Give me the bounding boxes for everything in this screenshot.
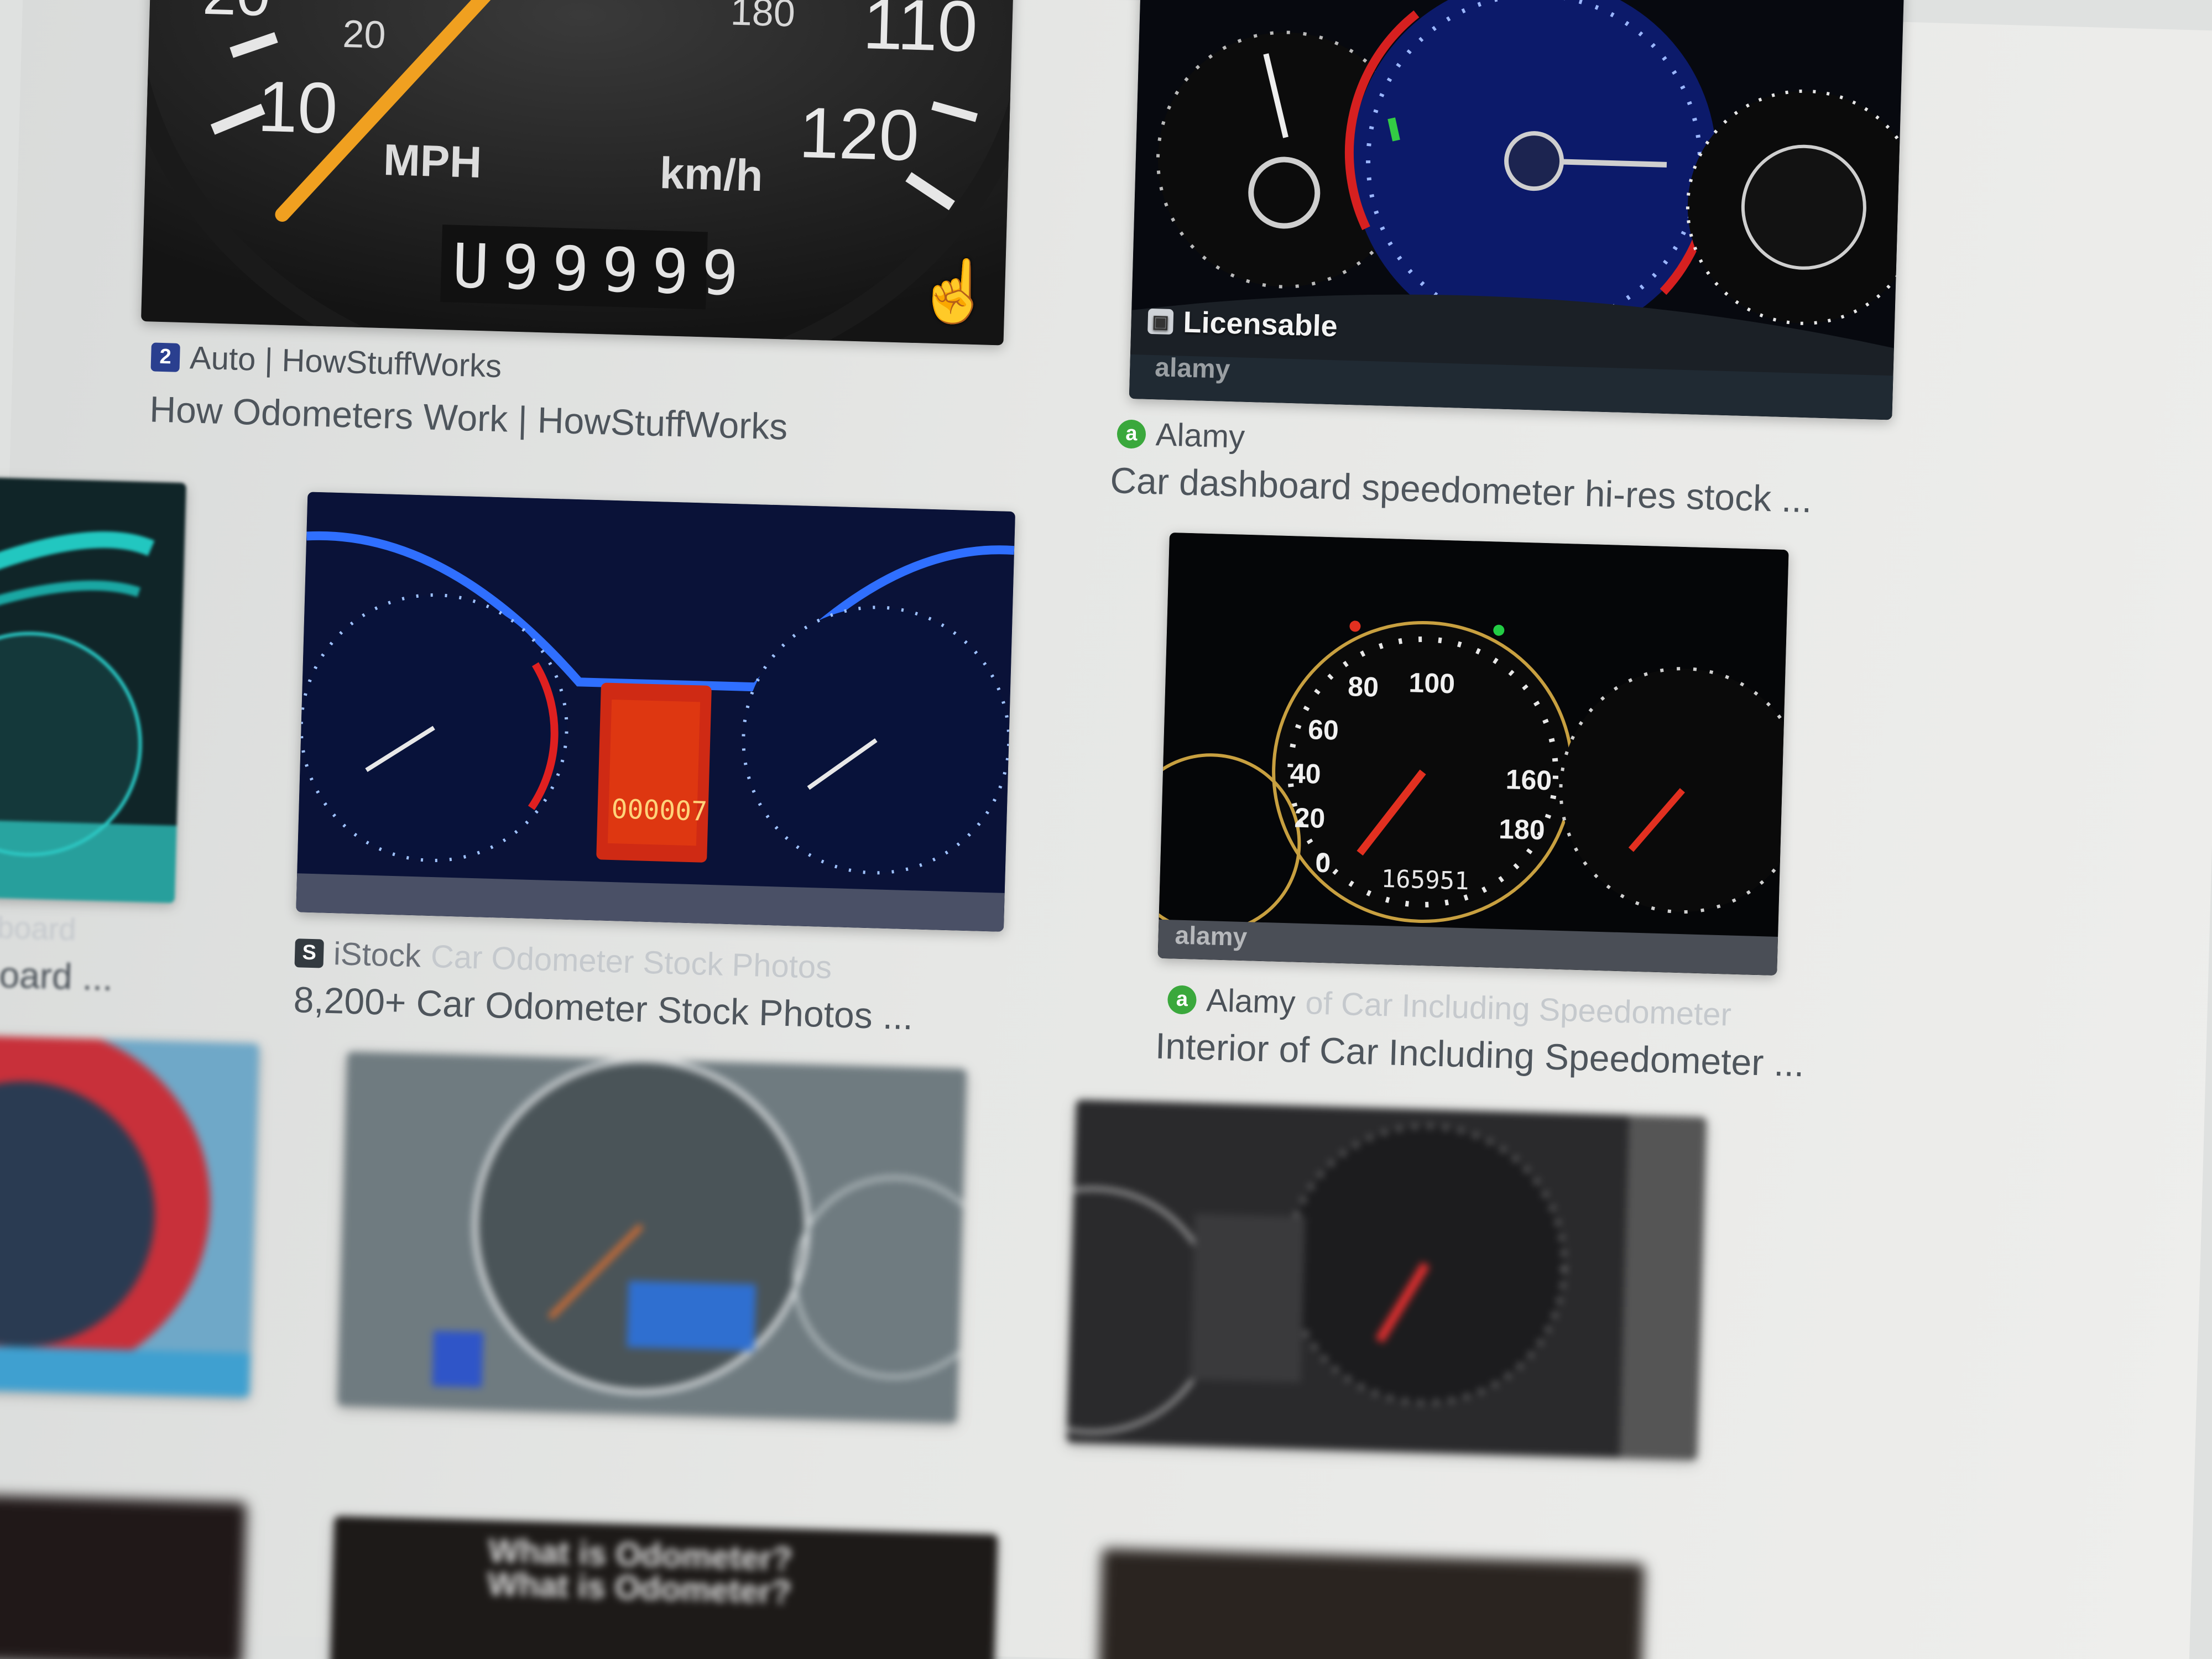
- odometer-display: 000007: [611, 794, 708, 827]
- result-title[interactable]: Interior of Car Including Speedometer ..…: [1155, 1025, 1805, 1085]
- result-source[interactable]: S iStock Car Odometer Stock Photos: [294, 934, 832, 986]
- odometer-digits: U99999: [451, 230, 753, 310]
- result-card-bottom-left[interactable]: [0, 1494, 257, 1659]
- mph-label: MPH: [383, 135, 483, 187]
- result-title[interactable]: Car dashboard speedometer hi-res stock .…: [1110, 459, 1813, 520]
- dark-speedometer-photo: [1067, 1099, 1707, 1460]
- result-thumbnail[interactable]: [0, 1494, 247, 1659]
- banner-text-echo: What is Odometer?: [487, 1565, 792, 1611]
- instrument-cluster-photo: [296, 492, 1015, 932]
- result-source[interactable]: a Alamy of Car Including Speedometer: [1167, 980, 1732, 1033]
- photo-of-monitor: 20 10 20 180 110 120 MPH km/h U99999 ☝ 2…: [0, 0, 2212, 1659]
- licensable-badge[interactable]: ▣ Licensable: [1147, 304, 1338, 344]
- licensable-label: Licensable: [1182, 305, 1338, 343]
- result-title-ghost: board: [0, 910, 77, 947]
- result-title[interactable]: How Odometers Work | HowStuffWorks: [149, 388, 789, 447]
- source-name: Auto | HowStuffWorks: [189, 340, 503, 385]
- hand-pointer-icon: ☝: [915, 256, 993, 326]
- source-name: Alamy: [1155, 416, 1245, 455]
- result-title-ghost: Car Odometer Stock Photos: [430, 938, 833, 986]
- result-card-dark-speedometer[interactable]: [1063, 1099, 1740, 1594]
- speed-tick: 0: [1314, 847, 1332, 879]
- alamy-logo-icon: a: [1167, 984, 1197, 1015]
- speed-tick: 80: [1347, 671, 1379, 703]
- kmh-tick-180: 180: [729, 0, 796, 35]
- teal-dashboard-photo: [0, 477, 186, 904]
- istock-logo-icon: S: [294, 938, 324, 968]
- image-icon: ▣: [1147, 308, 1174, 335]
- result-card-bottom-right[interactable]: [1098, 1548, 1655, 1659]
- result-source[interactable]: a Alamy: [1117, 415, 1245, 455]
- watermark: alamy: [1154, 353, 1231, 384]
- result-title-ghost: of Car Including Speedometer: [1305, 985, 1732, 1033]
- kmh-tick-20: 20: [342, 12, 387, 57]
- result-card-alamy-interior[interactable]: 80 100 60 40 20 0 160 180 165951 alamy a…: [1121, 531, 1855, 1099]
- result-title[interactable]: 8,200+ Car Odometer Stock Photos ...: [293, 978, 914, 1037]
- result-thumbnail[interactable]: 000007: [296, 492, 1015, 932]
- image-search-results-page: 20 10 20 180 110 120 MPH km/h U99999 ☝ 2…: [0, 0, 2212, 1659]
- result-thumbnail[interactable]: ▣ Licensable alamy: [1129, 0, 1905, 420]
- mph-tick-110: 110: [862, 0, 979, 67]
- result-thumbnail[interactable]: [1098, 1548, 1645, 1659]
- source-name: Alamy: [1206, 982, 1296, 1021]
- mph-tick-20: 20: [202, 0, 272, 30]
- result-card-silver-speedometer[interactable]: [334, 1051, 1011, 1546]
- result-card-what-is-odometer[interactable]: What is Odometer? What is Odometer?: [330, 1516, 1020, 1659]
- result-card-istock[interactable]: 000007 S iStock Car Odometer Stock Photo…: [293, 492, 1060, 1055]
- result-title[interactable]: board ...: [0, 953, 113, 999]
- result-thumbnail[interactable]: 80 100 60 40 20 0 160 180 165951 alamy: [1157, 533, 1789, 975]
- speedometer-night-photo: [1157, 533, 1789, 975]
- alamy-logo-icon: a: [1117, 419, 1146, 449]
- silver-speedometer-photo: [337, 1051, 967, 1423]
- result-thumbnail[interactable]: [337, 1051, 967, 1423]
- odometer-readout: 165951: [1380, 864, 1470, 896]
- result-card-alamy-dashboard[interactable]: ▣ Licensable alamy a Alamy Car dashboard…: [1104, 0, 1926, 542]
- speed-tick: 40: [1290, 758, 1322, 790]
- watermark: alamy: [1175, 920, 1248, 952]
- result-card-left-partial[interactable]: board board ...: [0, 477, 197, 1025]
- mph-tick-120: 120: [797, 92, 920, 176]
- result-source[interactable]: 2 Auto | HowStuffWorks: [150, 338, 502, 385]
- howstuffworks-logo-icon: 2: [150, 342, 180, 372]
- result-thumbnail[interactable]: [0, 477, 186, 904]
- result-card-red-gauge[interactable]: [0, 1035, 270, 1420]
- kmh-label: km/h: [659, 148, 764, 201]
- speed-tick: 60: [1307, 714, 1339, 746]
- result-thumbnail[interactable]: 20 10 20 180 110 120 MPH km/h U99999: [140, 0, 1015, 346]
- result-card-howstuffworks[interactable]: 20 10 20 180 110 120 MPH km/h U99999 ☝ 2…: [137, 0, 1047, 479]
- result-thumbnail[interactable]: [0, 1035, 259, 1398]
- red-gauge-photo: [0, 1035, 259, 1398]
- speed-tick: 100: [1408, 667, 1455, 700]
- dashboard-photo: [1129, 0, 1905, 420]
- source-name: iStock: [333, 936, 421, 974]
- result-thumbnail[interactable]: What is Odometer? What is Odometer?: [330, 1516, 998, 1659]
- mph-tick-10: 10: [256, 65, 339, 149]
- speed-tick: 180: [1498, 813, 1546, 846]
- speed-tick: 20: [1293, 802, 1326, 834]
- result-thumbnail[interactable]: [1067, 1099, 1707, 1460]
- speed-tick: 160: [1505, 764, 1553, 796]
